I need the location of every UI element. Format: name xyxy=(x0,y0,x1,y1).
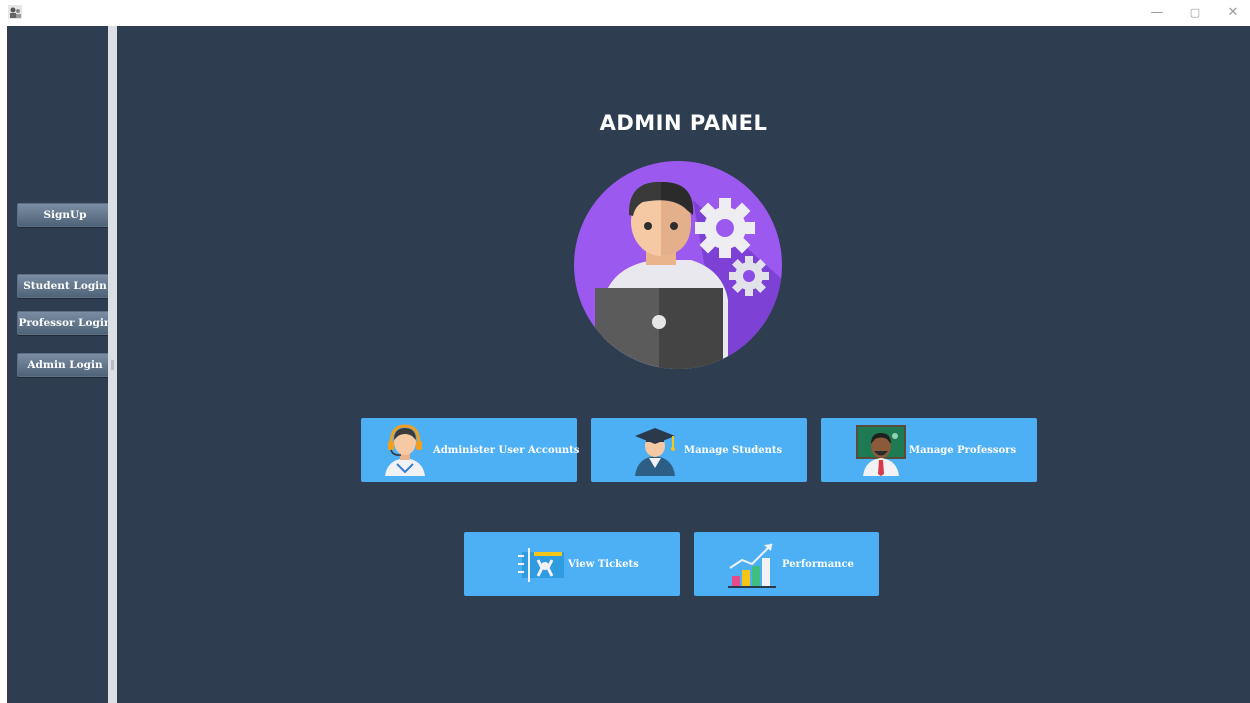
window-frame xyxy=(0,26,7,703)
tile-label: Performance xyxy=(782,558,854,570)
support-agent-icon xyxy=(385,424,425,476)
tile-label: Manage Students xyxy=(684,444,783,456)
tile-label: Administer User Accounts xyxy=(433,444,580,456)
professor-login-button[interactable]: Professor Login xyxy=(17,311,113,335)
admin-login-button[interactable]: Admin Login xyxy=(17,353,113,377)
window-title-bar: — ▢ ✕ xyxy=(0,0,1250,26)
administer-user-accounts-button[interactable]: Administer User Accounts xyxy=(361,418,580,482)
close-button[interactable]: ✕ xyxy=(1218,4,1248,22)
page-title: ADMIN PANEL xyxy=(599,111,768,135)
admin-with-gears-icon xyxy=(574,161,782,369)
tile-label: View Tickets xyxy=(568,558,639,570)
manage-students-button[interactable]: Manage Students xyxy=(591,418,807,482)
signup-button[interactable]: SignUp xyxy=(17,203,113,227)
graduate-student-icon xyxy=(635,428,675,476)
restore-button[interactable]: ▢ xyxy=(1180,4,1210,22)
tile-label: Manage Professors xyxy=(909,444,1017,456)
divider-grip[interactable] xyxy=(111,360,114,370)
sidebar: SignUp Student Login Professor Login Adm… xyxy=(7,26,113,703)
app-icon xyxy=(8,5,22,19)
professor-board-icon xyxy=(856,425,906,476)
growth-chart-icon xyxy=(728,543,776,588)
view-tickets-button[interactable]: View Tickets xyxy=(464,532,680,596)
student-login-button[interactable]: Student Login xyxy=(17,274,113,298)
ticket-tools-icon xyxy=(518,548,564,582)
manage-professors-button[interactable]: Manage Professors xyxy=(821,418,1037,482)
performance-button[interactable]: Performance xyxy=(694,532,879,596)
minimize-button[interactable]: — xyxy=(1142,4,1172,22)
